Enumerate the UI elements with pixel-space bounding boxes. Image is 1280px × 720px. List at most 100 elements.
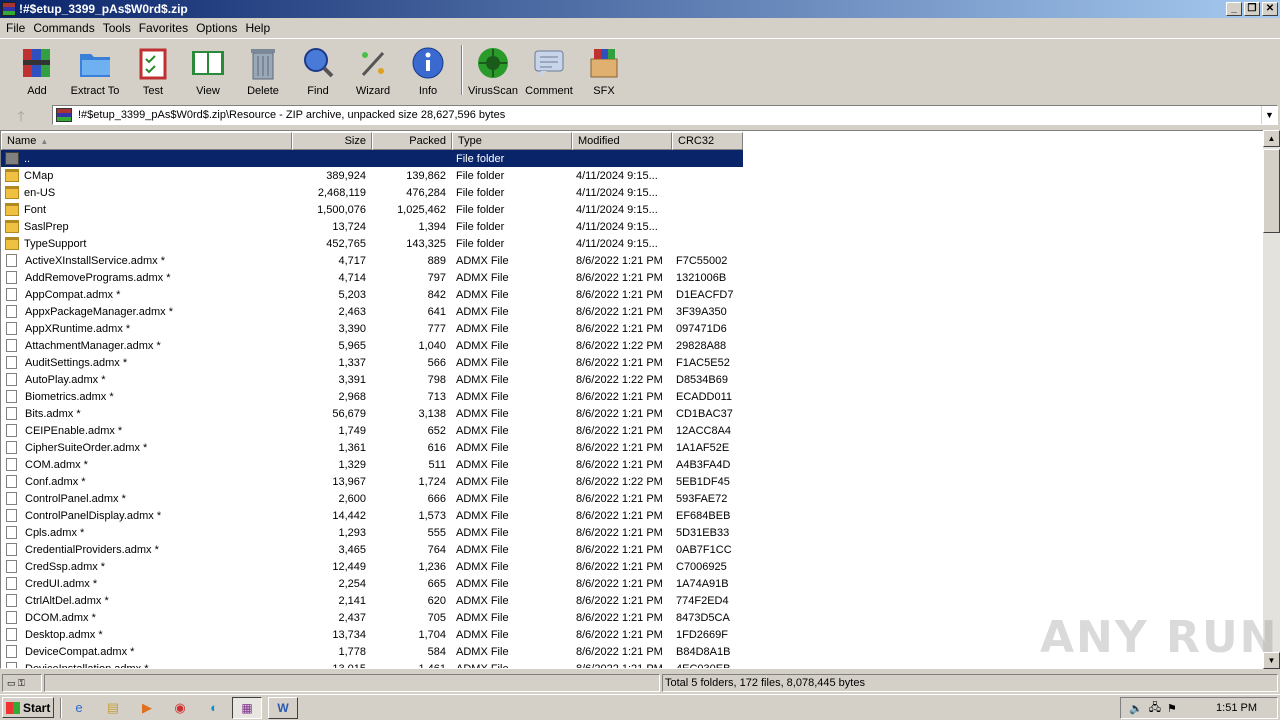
table-row[interactable]: TypeSupport 452,765 143,325 File folder 4/11… bbox=[1, 235, 743, 252]
column-header-size[interactable]: Size bbox=[292, 132, 372, 150]
menu-options[interactable]: Options bbox=[192, 21, 241, 35]
file-icon bbox=[6, 594, 17, 607]
row-type: ADMX File bbox=[456, 441, 509, 454]
sfx-button[interactable]: SFX bbox=[576, 45, 632, 97]
menu-commands[interactable]: Commands bbox=[29, 21, 98, 35]
taskbar-winrar[interactable]: ▦ bbox=[232, 697, 262, 719]
file-explorer-icon[interactable]: ▤ bbox=[102, 698, 124, 718]
table-row[interactable]: CtrlAltDel.admx * 2,141 620 ADMX File 8/6/20… bbox=[1, 592, 743, 609]
row-type: ADMX File bbox=[456, 288, 509, 301]
column-headers: Name ▲ Size Packed Type Modified CRC32 bbox=[1, 132, 743, 150]
table-row[interactable]: Font 1,500,076 1,025,462 File folder 4/11/20… bbox=[1, 201, 743, 218]
table-row[interactable]: Cpls.admx * 1,293 555 ADMX File 8/6/2022 1:2… bbox=[1, 524, 743, 541]
table-row[interactable]: .. File folder bbox=[1, 150, 743, 167]
menu-favorites[interactable]: Favorites bbox=[135, 21, 192, 35]
winrar-app-icon[interactable] bbox=[2, 2, 16, 16]
table-row[interactable]: en-US 2,468,119 476,284 File folder 4/11/202… bbox=[1, 184, 743, 201]
find-button[interactable]: Find bbox=[290, 45, 346, 97]
add-archive-icon bbox=[19, 45, 55, 81]
row-type: File folder bbox=[456, 186, 505, 199]
word-task-icon: W bbox=[277, 701, 289, 715]
table-row[interactable]: AuditSettings.admx * 1,337 566 ADMX File 8/6… bbox=[1, 354, 743, 371]
table-row[interactable]: Conf.admx * 13,967 1,724 ADMX File 8/6/2022 … bbox=[1, 473, 743, 490]
table-row[interactable]: DeviceInstallation.admx * 13,015 1,461 ADMX… bbox=[1, 660, 743, 668]
table-row[interactable]: AddRemovePrograms.admx * 4,714 797 ADMX Fil… bbox=[1, 269, 743, 286]
file-icon bbox=[6, 543, 17, 556]
row-crc32: 593FAE72 bbox=[676, 492, 728, 505]
drive-indicator[interactable]: ▭ ⚿ bbox=[2, 674, 42, 692]
speaker-icon[interactable]: 🔈 bbox=[1129, 702, 1143, 715]
maximize-button[interactable]: ❐ bbox=[1244, 2, 1260, 16]
menu-help[interactable]: Help bbox=[241, 21, 274, 35]
row-modified: 8/6/2022 1:22 PM bbox=[576, 373, 663, 386]
table-row[interactable]: DeviceCompat.admx * 1,778 584 ADMX File 8/6/… bbox=[1, 643, 743, 660]
comment-button[interactable]: Comment bbox=[521, 45, 577, 97]
column-header-name[interactable]: Name ▲ bbox=[1, 132, 292, 150]
row-name: Cpls.admx * bbox=[1, 526, 292, 539]
edge-icon[interactable]: ◐ bbox=[203, 698, 225, 718]
table-row[interactable]: Desktop.admx * 13,734 1,704 ADMX File 8/6/20… bbox=[1, 626, 743, 643]
table-row[interactable]: ControlPanel.admx * 2,600 666 ADMX File 8/6/… bbox=[1, 490, 743, 507]
delete-button[interactable]: Delete bbox=[235, 45, 291, 97]
table-row[interactable]: DCOM.admx * 2,437 705 ADMX File 8/6/2022 1:2… bbox=[1, 609, 743, 626]
test-button[interactable]: Test bbox=[125, 45, 181, 97]
table-row[interactable]: SaslPrep 13,724 1,394 File folder 4/11/2024 … bbox=[1, 218, 743, 235]
menu-file[interactable]: File bbox=[2, 21, 29, 35]
virusscan-button[interactable]: VirusScan bbox=[465, 45, 521, 97]
menu-tools[interactable]: Tools bbox=[99, 21, 135, 35]
title-bar[interactable]: !#$etup_3399_pAs$W0rd$.zip _ ❐ ✕ bbox=[0, 0, 1280, 18]
file-list[interactable]: Name ▲ Size Packed Type Modified CRC32 ..… bbox=[0, 130, 1280, 669]
start-button[interactable]: Start bbox=[2, 697, 54, 718]
row-name: AppxPackageManager.admx * bbox=[1, 305, 292, 318]
table-row[interactable]: AutoPlay.admx * 3,391 798 ADMX File 8/6/2022… bbox=[1, 371, 743, 388]
chrome-icon[interactable]: ◉ bbox=[169, 698, 191, 718]
taskbar-word[interactable]: W bbox=[268, 697, 298, 719]
clock[interactable]: 1:51 PM bbox=[1216, 702, 1257, 714]
up-one-level-button[interactable]: 🡑 bbox=[8, 106, 34, 124]
view-button[interactable]: View bbox=[180, 45, 236, 97]
add-button[interactable]: Add bbox=[9, 45, 65, 97]
network-icon[interactable]: 🖧 bbox=[1149, 699, 1161, 718]
scroll-up-button[interactable]: ▲ bbox=[1263, 130, 1280, 147]
vertical-scrollbar[interactable]: ▲ ▼ bbox=[1263, 130, 1280, 669]
table-row[interactable]: ActiveXInstallService.admx * 4,717 889 ADMX… bbox=[1, 252, 743, 269]
windows-logo-icon bbox=[6, 701, 20, 714]
row-type: ADMX File bbox=[456, 509, 509, 522]
close-button[interactable]: ✕ bbox=[1262, 2, 1278, 16]
path-field[interactable]: !#$etup_3399_pAs$W0rd$.zip\Resource - ZI… bbox=[52, 105, 1278, 125]
wizard-button[interactable]: Wizard bbox=[345, 45, 401, 97]
info-button[interactable]: Info bbox=[400, 45, 456, 97]
minimize-button[interactable]: _ bbox=[1226, 2, 1242, 16]
table-row[interactable]: CipherSuiteOrder.admx * 1,361 616 ADMX File… bbox=[1, 439, 743, 456]
table-row[interactable]: Bits.admx * 56,679 3,138 ADMX File 8/6/2022 … bbox=[1, 405, 743, 422]
table-row[interactable]: CredUI.admx * 2,254 665 ADMX File 8/6/2022 1… bbox=[1, 575, 743, 592]
table-row[interactable]: AttachmentManager.admx * 5,965 1,040 ADMX F… bbox=[1, 337, 743, 354]
table-row[interactable]: ControlPanelDisplay.admx * 14,442 1,573 ADM… bbox=[1, 507, 743, 524]
row-name: CredentialProviders.admx * bbox=[1, 543, 292, 556]
table-row[interactable]: CredSsp.admx * 12,449 1,236 ADMX File 8/6/20… bbox=[1, 558, 743, 575]
scroll-thumb[interactable] bbox=[1263, 149, 1280, 233]
column-header-modified[interactable]: Modified bbox=[572, 132, 672, 150]
path-dropdown-button[interactable]: ▼ bbox=[1261, 106, 1277, 124]
row-size: 1,337 bbox=[338, 356, 366, 369]
table-row[interactable]: AppxPackageManager.admx * 2,463 641 ADMX Fi… bbox=[1, 303, 743, 320]
table-row[interactable]: AppCompat.admx * 5,203 842 ADMX File 8/6/202… bbox=[1, 286, 743, 303]
row-type: ADMX File bbox=[456, 628, 509, 641]
table-row[interactable]: AppXRuntime.admx * 3,390 777 ADMX File 8/6/2… bbox=[1, 320, 743, 337]
extract-to-button[interactable]: Extract To bbox=[67, 45, 123, 97]
media-player-icon[interactable]: ▶ bbox=[136, 698, 158, 718]
row-type: File folder bbox=[456, 203, 505, 216]
internet-explorer-icon[interactable]: e bbox=[68, 698, 90, 718]
table-row[interactable]: Biometrics.admx * 2,968 713 ADMX File 8/6/20… bbox=[1, 388, 743, 405]
row-name: CredUI.admx * bbox=[1, 577, 292, 590]
column-header-type[interactable]: Type bbox=[452, 132, 572, 150]
table-row[interactable]: CEIPEnable.admx * 1,749 652 ADMX File 8/6/20… bbox=[1, 422, 743, 439]
column-header-crc32[interactable]: CRC32 bbox=[672, 132, 743, 150]
file-icon bbox=[6, 390, 17, 403]
table-row[interactable]: CMap 389,924 139,862 File folder 4/11/2024 9… bbox=[1, 167, 743, 184]
column-header-packed[interactable]: Packed bbox=[372, 132, 452, 150]
flag-icon[interactable]: ⚑ bbox=[1167, 702, 1177, 715]
table-row[interactable]: COM.admx * 1,329 511 ADMX File 8/6/2022 1:21… bbox=[1, 456, 743, 473]
table-row[interactable]: CredentialProviders.admx * 3,465 764 ADMX F… bbox=[1, 541, 743, 558]
window-controls: _ ❐ ✕ bbox=[1226, 2, 1278, 16]
